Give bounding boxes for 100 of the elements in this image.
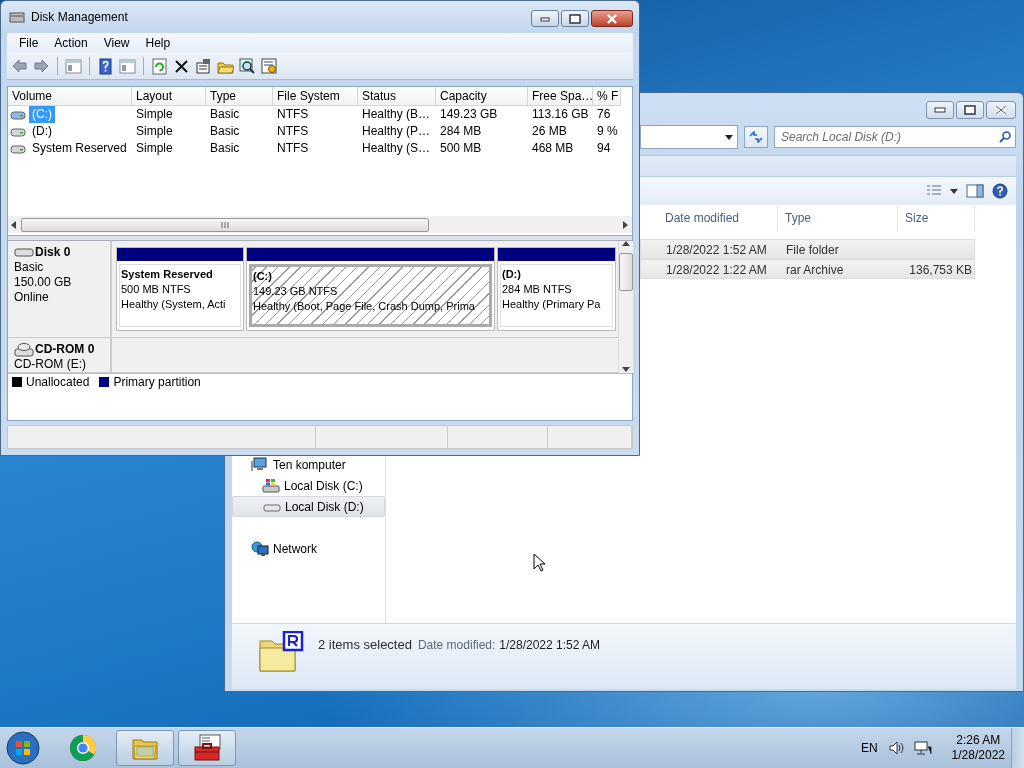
file-row[interactable]: 1/28/2022 1:52 AM File folder bbox=[640, 239, 975, 259]
file-row[interactable]: 1/28/2022 1:22 AM rar Archive 136,753 KB bbox=[640, 259, 975, 279]
delete-icon[interactable] bbox=[173, 57, 190, 75]
cd-drive-icon bbox=[14, 342, 34, 357]
refresh-button[interactable] bbox=[744, 126, 768, 148]
language-indicator[interactable]: EN bbox=[860, 741, 878, 755]
dropdown-caret-icon[interactable] bbox=[725, 134, 733, 140]
clock[interactable]: 2:26 AM 1/28/2022 bbox=[951, 733, 1005, 763]
partition-size: 149.23 GB NTFS bbox=[253, 284, 338, 299]
action-pane-icon[interactable] bbox=[119, 57, 136, 75]
drive-icon bbox=[10, 142, 26, 155]
legend-label: Primary partition bbox=[113, 375, 201, 389]
scroll-left-icon[interactable] bbox=[11, 220, 17, 229]
menu-item[interactable]: File bbox=[11, 33, 47, 53]
column-header[interactable]: Capacity bbox=[436, 87, 528, 106]
menu-item[interactable]: Help bbox=[137, 33, 179, 53]
disk-detail: CD-ROM (E:) bbox=[14, 357, 87, 372]
nav-item[interactable]: Local Disk (C:) bbox=[232, 475, 385, 496]
column-header[interactable]: % F bbox=[593, 87, 621, 106]
table-cell-text: Basic bbox=[209, 106, 241, 123]
taskbar-app-button[interactable] bbox=[178, 730, 236, 766]
column-header[interactable]: Date modified bbox=[658, 205, 778, 231]
archive-folder-icon bbox=[258, 631, 304, 673]
partition-block[interactable]: (C:) 149.23 GB NTFS Healthy (Boot, Page File, Crash Dump, Prima bbox=[246, 247, 495, 331]
chrome-browser-icon bbox=[69, 734, 97, 762]
magnifier-icon[interactable] bbox=[239, 57, 256, 75]
table-cell-text: 9 % bbox=[596, 123, 619, 140]
help-icon[interactable] bbox=[992, 183, 1008, 199]
partition-block[interactable]: (D:) 284 MB NTFS Healthy (Primary Pa bbox=[497, 247, 616, 331]
network-icon[interactable] bbox=[913, 741, 932, 755]
minimize-button[interactable] bbox=[531, 10, 559, 27]
column-header[interactable]: Free Spa… bbox=[528, 87, 593, 106]
window-title: Disk Management bbox=[31, 10, 129, 24]
grip-icon bbox=[221, 221, 229, 228]
partition-name: (D:) bbox=[502, 267, 521, 282]
search-field[interactable]: Search Local Disk (D:) bbox=[774, 126, 1016, 148]
windows-drive-icon bbox=[262, 478, 280, 493]
start-button-icon[interactable] bbox=[6, 731, 40, 765]
table-cell-text: Healthy (B… bbox=[361, 106, 432, 123]
table-cell-text: rar Archive bbox=[785, 262, 845, 279]
console-tree-icon[interactable] bbox=[65, 57, 82, 75]
table-cell-text: 76 bbox=[596, 106, 612, 123]
close-button[interactable] bbox=[591, 10, 633, 27]
maximize-button[interactable] bbox=[561, 10, 589, 27]
partition-block[interactable]: System Reserved 500 MB NTFS Healthy (System, Acti bbox=[116, 247, 244, 331]
drive-icon bbox=[10, 125, 26, 138]
search-icon[interactable] bbox=[999, 131, 1011, 143]
properties-icon[interactable] bbox=[195, 57, 212, 75]
column-header[interactable]: Type bbox=[206, 87, 273, 106]
speaker-icon[interactable] bbox=[887, 741, 904, 755]
table-cell-text: 26 MB bbox=[531, 123, 568, 140]
nav-item[interactable]: Network bbox=[232, 538, 385, 559]
minimize-button[interactable] bbox=[926, 101, 954, 119]
drive-letter[interactable]: System Reserved bbox=[29, 140, 130, 157]
table-cell-text: Simple bbox=[135, 123, 174, 140]
scroll-right-icon[interactable] bbox=[623, 220, 629, 229]
table-cell-text: NTFS bbox=[276, 123, 310, 140]
column-header[interactable]: Volume bbox=[8, 87, 132, 106]
table-cell-text: File folder bbox=[785, 242, 840, 259]
dropdown-caret-icon[interactable] bbox=[950, 188, 958, 194]
drive-letter[interactable]: (D:) bbox=[29, 123, 55, 140]
maximize-button[interactable] bbox=[956, 101, 984, 119]
table-cell-text: 113.16 GB bbox=[531, 106, 590, 123]
menu-item[interactable]: View bbox=[95, 33, 138, 53]
refresh-icon[interactable] bbox=[151, 57, 168, 75]
computer-icon bbox=[251, 457, 269, 472]
column-header[interactable]: Type bbox=[778, 205, 898, 231]
refresh-arrows-icon bbox=[749, 131, 763, 143]
disk-detail: Online bbox=[14, 290, 50, 305]
table-cell-text: NTFS bbox=[276, 106, 310, 123]
menu-item[interactable]: Action bbox=[46, 33, 96, 53]
vertical-scrollbar[interactable] bbox=[618, 241, 633, 373]
nav-item[interactable]: Local Disk (D:) bbox=[232, 496, 385, 517]
table-cell-text: 1/28/2022 1:22 AM bbox=[665, 262, 768, 279]
table-cell-text: Simple bbox=[135, 106, 174, 123]
settings-icon[interactable] bbox=[261, 57, 278, 75]
disk-detail: Basic bbox=[14, 260, 45, 275]
column-header[interactable]: File System bbox=[273, 87, 358, 106]
table-cell-text: 94 bbox=[596, 140, 612, 157]
minimize-icon bbox=[540, 15, 550, 22]
help-icon[interactable] bbox=[97, 57, 114, 75]
clock-time: 2:26 AM bbox=[956, 733, 1001, 748]
nav-item[interactable]: Ten komputer bbox=[232, 454, 385, 475]
column-header[interactable]: Layout bbox=[132, 87, 206, 106]
maximize-icon bbox=[964, 105, 976, 115]
table-cell-text: NTFS bbox=[276, 140, 310, 157]
disk-name: Disk 0 bbox=[35, 245, 71, 260]
horizontal-scrollbar[interactable] bbox=[8, 216, 632, 233]
table-cell-text: 1/28/2022 1:52 AM bbox=[665, 242, 768, 259]
column-header[interactable]: Size bbox=[898, 205, 975, 231]
column-header[interactable]: Status bbox=[358, 87, 436, 106]
selection-count: 2 items selected bbox=[318, 637, 412, 652]
minimize-icon bbox=[934, 107, 946, 113]
forward-arrow-icon[interactable] bbox=[33, 57, 50, 75]
back-arrow-icon[interactable] bbox=[11, 57, 28, 75]
disk-detail: 150.00 GB bbox=[14, 275, 73, 290]
partition-name: System Reserved bbox=[121, 267, 213, 282]
table-cell-text: 136,753 KB bbox=[908, 262, 973, 279]
toolbox-icon bbox=[193, 734, 221, 762]
preview-pane-icon[interactable] bbox=[966, 184, 984, 198]
